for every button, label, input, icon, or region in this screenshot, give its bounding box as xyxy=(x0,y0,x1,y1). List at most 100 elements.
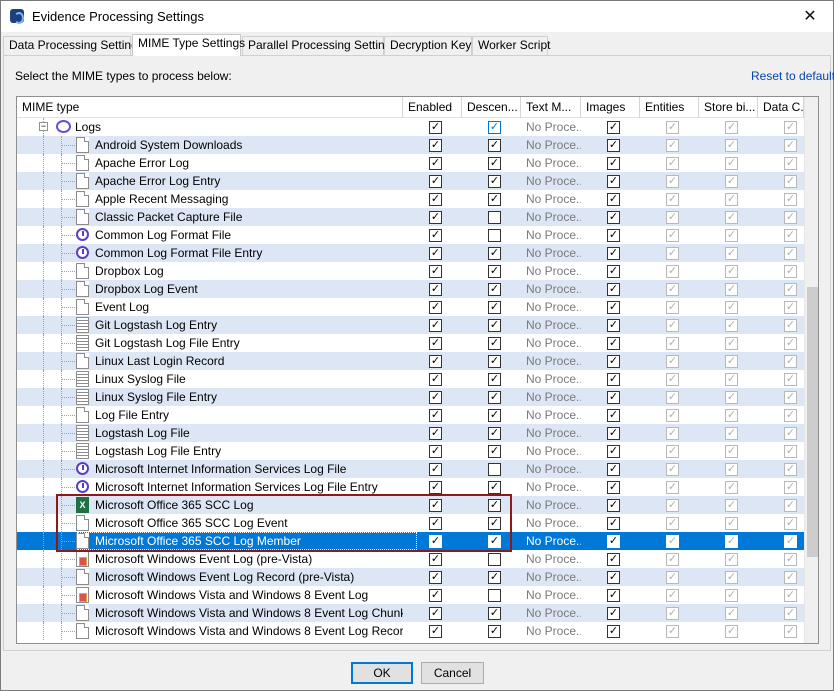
text-mode-dropdown[interactable]: No Proce... xyxy=(521,406,581,424)
table-row[interactable]: Dropbox Log Event ✓ ✓ No Proce... ✓ ✓ ✓ ✓ xyxy=(17,280,804,298)
images-checkbox[interactable]: ✓ xyxy=(607,625,620,638)
mime-type-cell[interactable]: Microsoft Office 365 SCC Log Member xyxy=(17,532,403,550)
text-mode-dropdown[interactable]: No Proce... xyxy=(521,118,581,136)
mime-type-cell[interactable]: Linux Last Login Record xyxy=(17,352,403,370)
enabled-checkbox[interactable]: ✓ xyxy=(429,337,442,350)
table-row[interactable]: X Microsoft Office 365 SCC Log ✓ ✓ No Proce.… xyxy=(17,496,804,514)
descendants-checkbox[interactable]: ✓ xyxy=(488,373,501,386)
mime-type-cell[interactable]: Microsoft Internet Information Services … xyxy=(17,478,403,496)
descendants-checkbox[interactable]: ✓ xyxy=(488,535,501,548)
mime-type-cell[interactable]: Dropbox Log Event xyxy=(17,280,403,298)
images-checkbox[interactable]: ✓ xyxy=(607,247,620,260)
images-checkbox[interactable]: ✓ xyxy=(607,535,620,548)
table-row[interactable]: Microsoft Internet Information Services … xyxy=(17,460,804,478)
descendants-checkbox[interactable]: ✓ xyxy=(488,409,501,422)
tab-decryption-keys[interactable]: Decryption Keys xyxy=(384,36,477,55)
enabled-checkbox[interactable]: ✓ xyxy=(429,463,442,476)
images-checkbox[interactable]: ✓ xyxy=(607,373,620,386)
enabled-checkbox[interactable]: ✓ xyxy=(429,409,442,422)
descendants-checkbox[interactable]: ✓ xyxy=(488,445,501,458)
text-mode-dropdown[interactable]: No Proce... xyxy=(521,586,581,604)
images-checkbox[interactable]: ✓ xyxy=(607,391,620,404)
mime-type-cell[interactable]: Git Logstash Log Entry xyxy=(17,316,403,334)
descendants-checkbox[interactable] xyxy=(488,589,501,602)
enabled-checkbox[interactable]: ✓ xyxy=(429,481,442,494)
images-checkbox[interactable]: ✓ xyxy=(607,193,620,206)
enabled-checkbox[interactable]: ✓ xyxy=(429,211,442,224)
table-row[interactable]: Microsoft Internet Information Services … xyxy=(17,478,804,496)
text-mode-dropdown[interactable]: No Proce... xyxy=(521,172,581,190)
table-row[interactable]: Linux Syslog File ✓ ✓ No Proce... ✓ ✓ ✓ ✓ xyxy=(17,370,804,388)
descendants-checkbox[interactable]: ✓ xyxy=(488,625,501,638)
text-mode-dropdown[interactable]: No Proce... xyxy=(521,244,581,262)
mime-type-cell[interactable]: Apache Error Log xyxy=(17,154,403,172)
mime-type-cell[interactable]: X Microsoft Office 365 SCC Log xyxy=(17,496,403,514)
table-row[interactable]: Linux Syslog File Entry ✓ ✓ No Proce... ✓ ✓ ✓ ✓ xyxy=(17,388,804,406)
images-checkbox[interactable]: ✓ xyxy=(607,553,620,566)
images-checkbox[interactable]: ✓ xyxy=(607,121,620,134)
column-header-enabled[interactable]: Enabled xyxy=(403,97,462,118)
descendants-checkbox[interactable]: ✓ xyxy=(488,355,501,368)
mime-type-cell[interactable]: − Logs xyxy=(17,118,403,136)
images-checkbox[interactable]: ✓ xyxy=(607,427,620,440)
images-checkbox[interactable]: ✓ xyxy=(607,499,620,512)
enabled-checkbox[interactable]: ✓ xyxy=(429,265,442,278)
descendants-checkbox[interactable]: ✓ xyxy=(488,391,501,404)
mime-type-cell[interactable]: Microsoft Windows Vista and Windows 8 Ev… xyxy=(17,586,403,604)
table-row[interactable]: Microsoft Windows Vista and Windows 8 Ev… xyxy=(17,604,804,622)
tab-worker-script[interactable]: Worker Script xyxy=(472,36,550,55)
scrollbar-thumb[interactable] xyxy=(807,287,818,557)
table-row[interactable]: Dropbox Log ✓ ✓ No Proce... ✓ ✓ ✓ ✓ xyxy=(17,262,804,280)
descendants-checkbox[interactable]: ✓ xyxy=(488,427,501,440)
mime-type-cell[interactable]: Microsoft Windows Vista and Windows 8 Ev… xyxy=(17,604,403,622)
descendants-checkbox[interactable]: ✓ xyxy=(488,139,501,152)
table-row[interactable]: Classic Packet Capture File ✓ No Proce... ✓… xyxy=(17,208,804,226)
descendants-checkbox[interactable]: ✓ xyxy=(488,481,501,494)
column-header-descendants[interactable]: Descen... xyxy=(462,97,521,118)
descendants-checkbox[interactable]: ✓ xyxy=(488,121,501,134)
enabled-checkbox[interactable]: ✓ xyxy=(429,553,442,566)
table-row[interactable]: Apache Error Log Entry ✓ ✓ No Proce... ✓ ✓ ✓ ✓ xyxy=(17,172,804,190)
images-checkbox[interactable]: ✓ xyxy=(607,607,620,620)
text-mode-dropdown[interactable]: No Proce... xyxy=(521,568,581,586)
images-checkbox[interactable]: ✓ xyxy=(607,301,620,314)
descendants-checkbox[interactable] xyxy=(488,229,501,242)
table-row[interactable]: Apache Error Log ✓ ✓ No Proce... ✓ ✓ ✓ ✓ xyxy=(17,154,804,172)
tree-node-logs[interactable]: − Logs ✓ ✓ No Proce... ✓ ✓ ✓ ✓ xyxy=(17,118,804,136)
column-header-images[interactable]: Images xyxy=(581,97,640,118)
enabled-checkbox[interactable]: ✓ xyxy=(429,517,442,530)
images-checkbox[interactable]: ✓ xyxy=(607,409,620,422)
table-row[interactable]: Linux Last Login Record ✓ ✓ No Proce... ✓ ✓ ✓ ✓ xyxy=(17,352,804,370)
text-mode-dropdown[interactable]: No Proce... xyxy=(521,604,581,622)
descendants-checkbox[interactable] xyxy=(488,553,501,566)
enabled-checkbox[interactable]: ✓ xyxy=(429,445,442,458)
enabled-checkbox[interactable]: ✓ xyxy=(429,355,442,368)
mime-type-cell[interactable]: Microsoft Windows Event Log Record (pre-… xyxy=(17,568,403,586)
images-checkbox[interactable]: ✓ xyxy=(607,265,620,278)
descendants-checkbox[interactable]: ✓ xyxy=(488,337,501,350)
text-mode-dropdown[interactable]: No Proce... xyxy=(521,622,581,640)
mime-type-cell[interactable]: Linux Syslog File Entry xyxy=(17,388,403,406)
enabled-checkbox[interactable]: ✓ xyxy=(429,121,442,134)
images-checkbox[interactable]: ✓ xyxy=(607,139,620,152)
ok-button[interactable]: OK xyxy=(351,662,413,684)
images-checkbox[interactable]: ✓ xyxy=(607,283,620,296)
vertical-scrollbar[interactable] xyxy=(804,97,818,643)
mime-type-cell[interactable]: Linux Syslog File xyxy=(17,370,403,388)
mime-type-cell[interactable]: Classic Packet Capture File xyxy=(17,208,403,226)
text-mode-dropdown[interactable]: No Proce... xyxy=(521,478,581,496)
tab-mime-type[interactable]: MIME Type Settings xyxy=(132,34,245,56)
enabled-checkbox[interactable]: ✓ xyxy=(429,229,442,242)
text-mode-dropdown[interactable]: No Proce... xyxy=(521,316,581,334)
table-row[interactable]: Microsoft Windows Event Log Record (pre-… xyxy=(17,568,804,586)
mime-type-cell[interactable]: Common Log Format File xyxy=(17,226,403,244)
images-checkbox[interactable]: ✓ xyxy=(607,211,620,224)
images-checkbox[interactable]: ✓ xyxy=(607,589,620,602)
images-checkbox[interactable]: ✓ xyxy=(607,571,620,584)
enabled-checkbox[interactable]: ✓ xyxy=(429,247,442,260)
images-checkbox[interactable]: ✓ xyxy=(607,481,620,494)
reset-defaults-link[interactable]: Reset to defaults xyxy=(751,69,834,83)
table-row[interactable]: Log File Entry ✓ ✓ No Proce... ✓ ✓ ✓ ✓ xyxy=(17,406,804,424)
images-checkbox[interactable]: ✓ xyxy=(607,463,620,476)
column-header-store-binary[interactable]: Store bi... xyxy=(699,97,758,118)
